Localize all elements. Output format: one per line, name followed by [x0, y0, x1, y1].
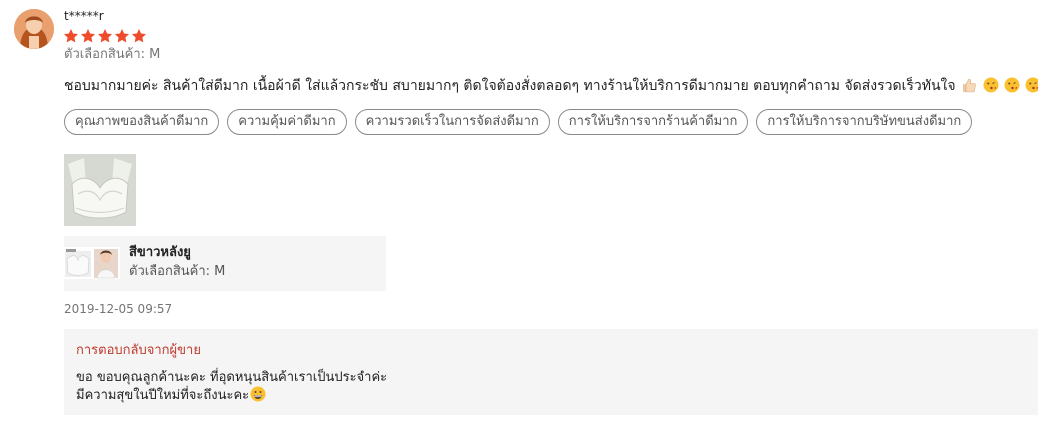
- seller-reply-line-2: มีความสุขในปีใหม่ที่จะถึงนะคะ: [76, 386, 387, 404]
- review-timestamp: 2019-12-05 09:57: [64, 302, 173, 316]
- review-variation: ตัวเลือกสินค้า: M: [64, 47, 161, 62]
- review-photo[interactable]: [64, 154, 136, 226]
- seller-reply-line: มีความสุขในปีใหม่ที่จะถึงนะคะ: [76, 388, 250, 403]
- product-card[interactable]: สีขาวหลังยู ตัวเลือกสินค้า: M: [64, 236, 386, 291]
- review-comment: ชอบมากมายค่ะ สินค้าใส่ดีมาก เนื้อผ้าดี ใ…: [64, 76, 1038, 96]
- product-thumbnail: [64, 247, 120, 279]
- kissing-face-icon: [1004, 77, 1020, 93]
- grinning-face-icon: [250, 386, 266, 402]
- star-icon: [132, 29, 146, 43]
- reviewer-avatar[interactable]: [14, 9, 54, 49]
- star-icon: [98, 29, 112, 43]
- tag-shop-service[interactable]: การให้บริการจากร้านค้าดีมาก: [557, 109, 749, 135]
- star-icon: [64, 29, 78, 43]
- tag-courier-service[interactable]: การให้บริการจากบริษัทขนส่งดีมาก: [756, 109, 973, 135]
- review-comment-text: ชอบมากมายค่ะ สินค้าใส่ดีมาก เนื้อผ้าดี ใ…: [64, 78, 956, 94]
- reviewer-username: t*****r: [64, 9, 104, 23]
- thumbs-up-icon: [963, 78, 976, 93]
- tag-shipping-speed[interactable]: ความรวดเร็วในการจัดส่งดีมาก: [354, 109, 550, 135]
- kissing-face-icon: [983, 77, 999, 93]
- review-tags: คุณภาพของสินค้าดีมาก ความคุ้มค่าดีมาก คว…: [64, 109, 973, 135]
- seller-reply-body: ขอ ขอบคุณลูกค้านะคะ ที่อุดหนุนสินค้าเราเ…: [76, 370, 387, 404]
- star-icon: [81, 29, 95, 43]
- tag-product-quality[interactable]: คุณภาพของสินค้าดีมาก: [64, 109, 220, 135]
- seller-reply-title: การตอบกลับจากผู้ขาย: [76, 343, 201, 358]
- seller-reply-line: ขอ ขอบคุณลูกค้านะคะ ที่อุดหนุนสินค้าเราเ…: [76, 370, 388, 385]
- product-variation: ตัวเลือกสินค้า: M: [129, 264, 226, 279]
- kissing-face-icon: [1025, 77, 1038, 93]
- star-icon: [115, 29, 129, 43]
- seller-reply: การตอบกลับจากผู้ขาย ขอ ขอบคุณลูกค้านะคะ …: [64, 329, 1038, 415]
- rating-stars: [63, 28, 147, 44]
- tag-value[interactable]: ความคุ้มค่าดีมาก: [227, 109, 347, 135]
- product-name: สีขาวหลังยู: [129, 245, 191, 260]
